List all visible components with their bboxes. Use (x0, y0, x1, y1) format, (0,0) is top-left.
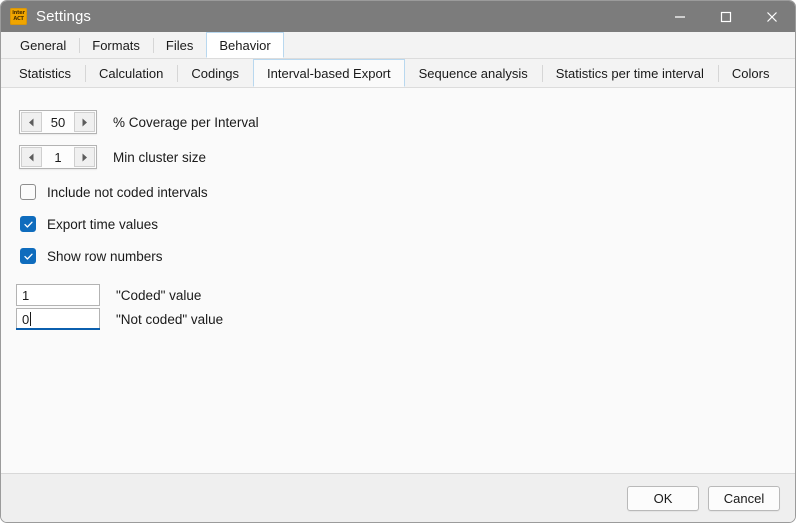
include-not-coded-intervals-row[interactable]: Include not coded intervals (20, 184, 208, 200)
tab-files-label: Files (165, 38, 194, 53)
primary-tab-bar: General Formats Files Behavior (1, 32, 795, 59)
settings-window: inter ACT Settings General Formats Files… (0, 0, 796, 523)
min-cluster-increment-button[interactable] (74, 147, 95, 167)
coded-value-row: 1 "Coded" value (16, 284, 201, 306)
tab-formats-label: Formats (92, 38, 140, 53)
not-coded-value-label: "Not coded" value (116, 311, 224, 327)
coded-value-input[interactable]: 1 (16, 284, 100, 306)
show-row-numbers-label: Show row numbers (47, 248, 163, 264)
tab-general-label: General (20, 38, 67, 53)
include-not-coded-intervals-label: Include not coded intervals (47, 184, 208, 200)
tab-codings-label: Codings (191, 66, 240, 81)
tab-statistics-label: Statistics (19, 66, 72, 81)
export-time-values-checkbox[interactable] (20, 216, 36, 232)
settings-panel: 50 % Coverage per Interval 1 Min cluster… (1, 88, 795, 474)
tab-behavior[interactable]: Behavior (206, 32, 284, 58)
tab-interval-based-export-label: Interval-based Export (267, 65, 391, 81)
text-caret (30, 312, 32, 326)
export-time-values-label: Export time values (47, 216, 159, 232)
coverage-per-interval-label: % Coverage per Interval (113, 114, 259, 130)
checkmark-icon (23, 253, 33, 260)
coverage-per-interval-spinner[interactable]: 50 (19, 110, 97, 134)
secondary-tab-bar: Statistics Calculation Codings Interval-… (1, 59, 795, 88)
tab-interval-based-export[interactable]: Interval-based Export (253, 59, 405, 87)
checkmark-icon (23, 221, 33, 228)
tab-colors-label: Colors (731, 66, 770, 81)
tab-calculation[interactable]: Calculation (85, 59, 178, 87)
title-bar: inter ACT Settings (1, 1, 795, 32)
triangle-right-icon (82, 118, 87, 126)
not-coded-value-row: 0 "Not coded" value (16, 308, 223, 330)
tab-sequence-analysis-label: Sequence analysis (418, 66, 528, 81)
minimize-button[interactable] (657, 1, 703, 32)
app-logo-line2: ACT (13, 16, 24, 22)
app-logo-icon: inter ACT (10, 8, 27, 25)
tab-colors[interactable]: Colors (717, 59, 784, 87)
show-row-numbers-row[interactable]: Show row numbers (20, 248, 163, 264)
coverage-increment-button[interactable] (74, 112, 95, 132)
coverage-decrement-button[interactable] (21, 112, 42, 132)
not-coded-value-text: 0 (22, 311, 30, 327)
dialog-footer: OK Cancel (1, 474, 795, 522)
coded-value-label: "Coded" value (116, 287, 202, 303)
ok-button[interactable]: OK (627, 485, 699, 511)
min-cluster-size-spinner[interactable]: 1 (19, 145, 97, 169)
min-cluster-value[interactable]: 1 (43, 146, 73, 168)
triangle-left-icon (29, 153, 34, 161)
tab-statistics-per-time-interval[interactable]: Statistics per time interval (541, 59, 718, 87)
tab-calculation-label: Calculation (99, 66, 164, 81)
triangle-left-icon (29, 118, 34, 126)
tab-general[interactable]: General (7, 32, 80, 58)
include-not-coded-intervals-checkbox[interactable] (20, 184, 36, 200)
tab-codings[interactable]: Codings (177, 59, 254, 87)
coverage-per-interval-row: 50 % Coverage per Interval (19, 110, 259, 134)
close-button[interactable] (749, 1, 795, 32)
close-icon (767, 11, 777, 22)
tab-sequence-analysis[interactable]: Sequence analysis (404, 59, 542, 87)
coded-value-text: 1 (22, 287, 30, 303)
not-coded-value-input[interactable]: 0 (16, 308, 100, 330)
tab-formats[interactable]: Formats (79, 32, 153, 58)
min-cluster-decrement-button[interactable] (21, 147, 42, 167)
triangle-right-icon (82, 153, 87, 161)
maximize-icon (720, 11, 732, 22)
min-cluster-size-label: Min cluster size (113, 149, 207, 165)
tab-behavior-label: Behavior (219, 37, 271, 53)
tab-statistics-per-time-interval-label: Statistics per time interval (555, 66, 704, 81)
tab-files[interactable]: Files (152, 32, 207, 58)
export-time-values-row[interactable]: Export time values (20, 216, 158, 232)
minimize-icon (675, 15, 685, 18)
min-cluster-size-row: 1 Min cluster size (19, 145, 206, 169)
show-row-numbers-checkbox[interactable] (20, 248, 36, 264)
coverage-value[interactable]: 50 (43, 111, 73, 133)
tab-statistics[interactable]: Statistics (5, 59, 86, 87)
maximize-button[interactable] (703, 1, 749, 32)
window-title: Settings (36, 8, 91, 25)
window-controls (657, 1, 795, 32)
cancel-button[interactable]: Cancel (708, 485, 780, 511)
